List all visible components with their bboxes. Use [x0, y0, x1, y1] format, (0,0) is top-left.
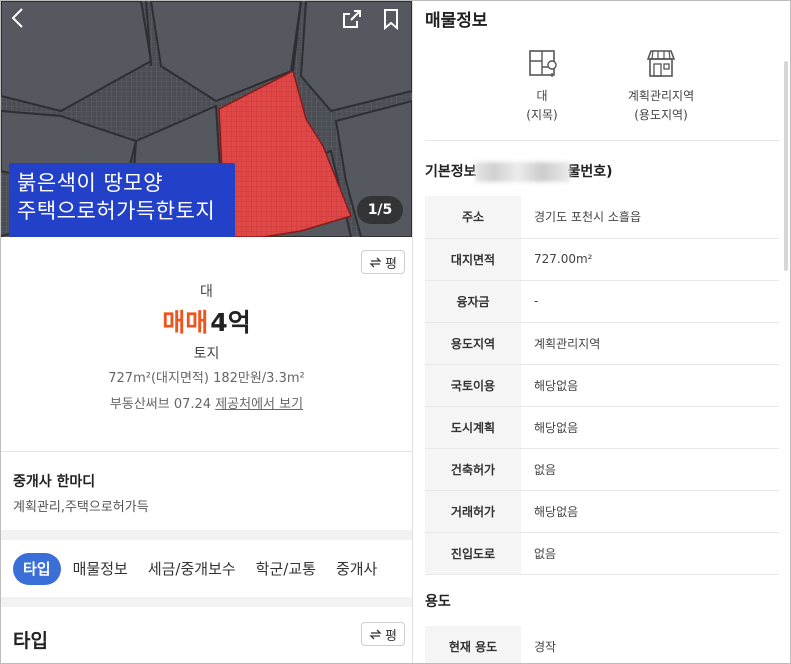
land-map-icon	[529, 50, 557, 77]
source-info: 부동산써브 07.24 제공처에서 보기	[1, 393, 412, 412]
caption-line-2: 주택으로허가득한토지	[17, 199, 216, 223]
type-unit-toggle-button[interactable]: 평	[361, 622, 405, 646]
agent-comment-text: 계획관리,주택으로허가득	[13, 500, 149, 515]
use-section-title: 용도	[425, 594, 451, 610]
back-button[interactable]	[10, 7, 30, 31]
section-divider	[1, 530, 412, 540]
info-row-key: 거래허가	[425, 490, 521, 533]
section-tabs: 타입 매물정보 세금/중개보수 학군/교통 중개사	[1, 541, 412, 597]
price-value: 4억	[210, 308, 251, 337]
property-type: 토지	[193, 346, 220, 362]
feature-value: 계획관리지역	[627, 89, 695, 103]
feature-value: 대	[536, 89, 548, 103]
info-row: 국토이용 해당없음	[425, 364, 779, 407]
info-row-key: 건축허가	[425, 448, 521, 491]
info-row: 도시계획 해당없음	[425, 406, 779, 449]
basic-info-title: 기본정보 물번호)	[425, 161, 613, 182]
photo-caption: 붉은색이 땅모양 주택으로허가득한토지	[9, 163, 235, 237]
info-row-value: -	[521, 280, 779, 323]
info-row: 융자금 -	[425, 280, 779, 323]
deal-type: 매매	[162, 308, 209, 337]
caption-line-1: 붉은색이 땅모양	[17, 171, 163, 195]
store-icon	[646, 50, 676, 77]
info-row-key: 융자금	[425, 280, 521, 323]
info-row-key: 용도지역	[425, 322, 521, 365]
divider	[1, 451, 412, 452]
share-icon	[343, 10, 361, 28]
info-row-key: 현재 용도	[425, 626, 521, 663]
share-button[interactable]	[341, 8, 363, 30]
property-info-panel: 매물정보 대 (지목) 계획관리지역 (용도지역) 기본정보 물번호) 주소 경기도…	[412, 1, 790, 663]
info-row-value: 경작	[521, 626, 779, 663]
info-row-value: 없음	[521, 532, 779, 575]
info-row: 진입도로 없음	[425, 532, 779, 575]
area-info: 727m²(대지면적) 182만원/3.3m²	[108, 371, 305, 386]
price: 매매4억	[1, 303, 412, 339]
tab-tax-fee[interactable]: 세금/중개보수	[138, 553, 246, 585]
photo-page-counter: 1/5	[357, 196, 403, 224]
info-row-key: 도시계획	[425, 406, 521, 449]
feature-zoning: 계획관리지역 (용도지역)	[611, 87, 711, 125]
unit-toggle-button[interactable]: 평	[361, 250, 405, 274]
land-category: 대	[200, 284, 213, 300]
listing-summary: 평 대 매매4억 토지 727m²(대지면적) 182만원/3.3m² 부동산써…	[1, 237, 412, 451]
info-row: 용도지역 계획관리지역	[425, 322, 779, 365]
feature-land-category: 대 (지목)	[502, 87, 582, 125]
tab-agent[interactable]: 중개사	[326, 553, 387, 585]
listing-panel: 붉은색이 땅모양 주택으로허가득한토지 1/5 평 대 매매4억 토지 727m…	[1, 1, 412, 663]
info-row-value: 없음	[521, 448, 779, 491]
type-section-title: 타입	[13, 630, 48, 652]
unit-toggle-label: 평	[385, 256, 397, 272]
basic-info-title-end: 물번호)	[567, 164, 613, 180]
basic-info-title-start: 기본정보	[425, 164, 477, 180]
agent-comment-title: 중개사 한마디	[13, 474, 96, 490]
source-name: 부동산써브 07.24	[109, 397, 212, 412]
tab-property-info[interactable]: 매물정보	[63, 553, 138, 585]
info-row: 거래허가 해당없음	[425, 490, 779, 533]
swap-icon	[369, 257, 382, 267]
feature-caption: (용도지역)	[634, 108, 688, 122]
info-row: 건축허가 없음	[425, 448, 779, 491]
info-row-key: 진입도로	[425, 532, 521, 575]
bookmark-button[interactable]	[381, 8, 401, 31]
basic-info-table: 주소 경기도 포천시 소흘읍 대지면적 727.00m² 융자금 - 용도지역 계획관리지역 국…	[425, 196, 779, 575]
photo-gallery[interactable]: 붉은색이 땅모양 주택으로허가득한토지 1/5	[1, 1, 412, 237]
tab-school-transport[interactable]: 학군/교통	[246, 553, 326, 585]
info-row-key: 대지면적	[425, 238, 521, 281]
unit-toggle-label: 평	[385, 628, 397, 644]
property-info-title: 매물정보	[425, 11, 488, 31]
info-row: 현재 용도 경작	[425, 626, 779, 663]
info-row-value: 경기도 포천시 소흘읍	[521, 196, 779, 239]
info-row-key: 주소	[425, 196, 521, 239]
scrollbar[interactable]	[784, 61, 788, 271]
section-divider	[1, 597, 412, 607]
source-link[interactable]: 제공처에서 보기	[215, 397, 303, 412]
swap-icon	[369, 629, 382, 639]
info-row-value: 해당없음	[521, 406, 779, 449]
info-row-value: 계획관리지역	[521, 322, 779, 365]
feature-caption: (지목)	[526, 108, 558, 122]
chevron-left-icon	[11, 8, 23, 28]
info-row: 주소 경기도 포천시 소흘읍	[425, 196, 779, 239]
info-row-key: 국토이용	[425, 364, 521, 407]
use-info-table: 현재 용도 경작	[425, 626, 779, 663]
redacted-listing-number	[474, 162, 570, 182]
info-row: 대지면적 727.00m²	[425, 238, 779, 281]
info-row-value: 해당없음	[521, 364, 779, 407]
info-row-value: 해당없음	[521, 490, 779, 533]
bookmark-icon	[384, 9, 398, 31]
tab-type[interactable]: 타입	[13, 553, 61, 585]
divider	[425, 140, 779, 141]
info-row-value: 727.00m²	[521, 238, 779, 281]
